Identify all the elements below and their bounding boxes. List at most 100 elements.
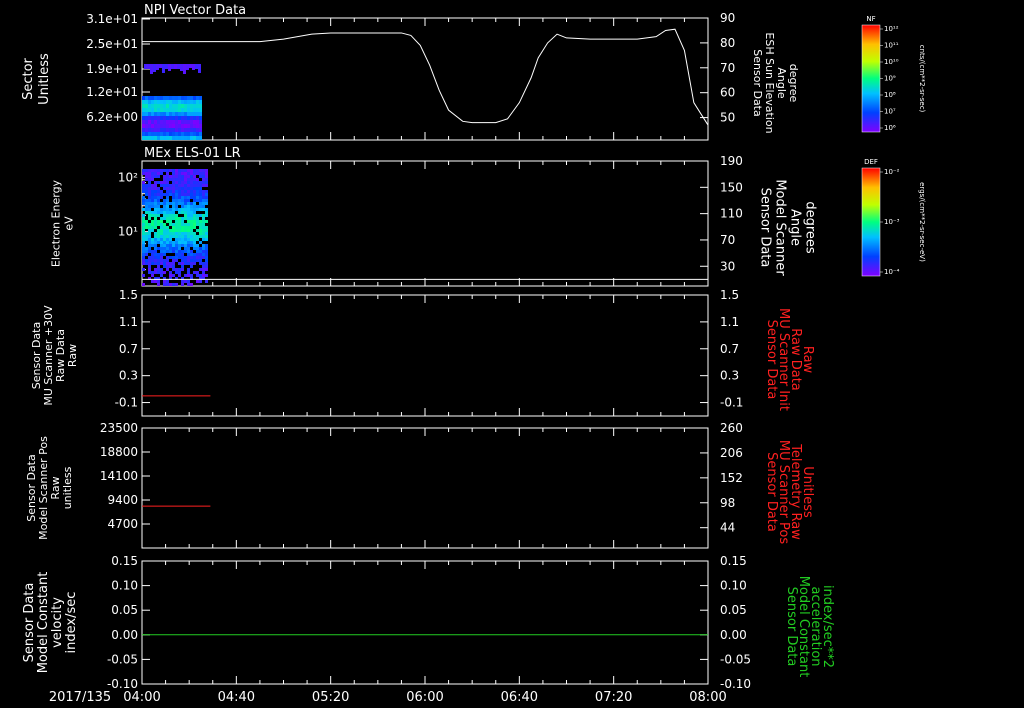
- heatmap-cell: [163, 223, 166, 226]
- heatmap-cell: [181, 124, 184, 128]
- x-tick-label: 04:40: [218, 690, 255, 705]
- heatmap-cell: [187, 229, 190, 232]
- heatmap-cell: [196, 280, 199, 283]
- heatmap-cell: [142, 244, 145, 247]
- heatmap-cell: [153, 64, 156, 72]
- heatmap-cell: [184, 232, 187, 235]
- y-tick-label: 2.5e+01: [86, 37, 138, 51]
- heatmap-cell: [202, 190, 205, 193]
- heatmap-cell: [184, 108, 187, 112]
- colorbar-tick-label: 10¹¹: [884, 42, 899, 50]
- right-y-tick-label: 260: [720, 421, 743, 435]
- heatmap-cell: [193, 232, 196, 235]
- heatmap-cell: [169, 112, 172, 116]
- heatmap-cell: [151, 172, 154, 175]
- heatmap-cell: [154, 175, 157, 178]
- heatmap-cell: [151, 241, 154, 244]
- heatmap-cell: [148, 187, 151, 190]
- heatmap-cell: [148, 169, 151, 172]
- heatmap-cell: [181, 226, 184, 229]
- heatmap-cell: [199, 116, 202, 120]
- heatmap-cell: [151, 100, 154, 104]
- y-tick-label: 1.2e+01: [86, 85, 138, 99]
- right-y-tick-label: 1.1: [720, 315, 739, 329]
- heatmap-cell: [145, 178, 148, 181]
- heatmap-cell: [154, 190, 157, 193]
- heatmap-cell: [142, 253, 145, 256]
- heatmap-cell: [166, 262, 169, 265]
- heatmap-cell: [175, 235, 178, 238]
- heatmap-cell: [178, 193, 181, 196]
- heatmap-cell: [202, 262, 205, 265]
- heatmap-cell: [193, 96, 196, 100]
- heatmap-cell: [151, 169, 154, 172]
- right-y-tick-label: 80: [720, 36, 735, 50]
- heatmap-cell: [169, 229, 172, 232]
- heatmap-cell: [184, 235, 187, 238]
- right-axis-label-line: Angle: [775, 67, 788, 99]
- heatmap-cell: [147, 64, 150, 69]
- heatmap-cell: [157, 280, 160, 283]
- heatmap-cell: [190, 202, 193, 205]
- heatmap-cell: [187, 208, 190, 211]
- heatmap-cell: [202, 256, 205, 259]
- heatmap-cell: [181, 259, 184, 262]
- heatmap-cell: [172, 187, 175, 190]
- heatmap-cell: [163, 104, 166, 108]
- heatmap-cell: [183, 64, 186, 74]
- heatmap-cell: [202, 229, 205, 232]
- right-axis-label-line: Unitless: [800, 466, 815, 518]
- heatmap-cell: [196, 172, 199, 175]
- heatmap-cell: [184, 226, 187, 229]
- heatmap-cell: [154, 259, 157, 262]
- heatmap-cell: [166, 217, 169, 220]
- heatmap-cell: [145, 226, 148, 229]
- heatmap-cell: [154, 136, 157, 140]
- heatmap-cell: [193, 124, 196, 128]
- heatmap-cell: [151, 256, 154, 259]
- heatmap-cell: [151, 136, 154, 140]
- heatmap-cell: [148, 128, 151, 132]
- heatmap-cell: [150, 64, 153, 74]
- heatmap-cell: [148, 244, 151, 247]
- heatmap-cell: [148, 108, 151, 112]
- heatmap-cell: [193, 190, 196, 193]
- heatmap-cell: [202, 196, 205, 199]
- heatmap-cell: [154, 187, 157, 190]
- heatmap-cell: [172, 229, 175, 232]
- heatmap-cell: [172, 268, 175, 271]
- heatmap-cell: [157, 271, 160, 274]
- heatmap-cell: [166, 104, 169, 108]
- heatmap-cell: [190, 124, 193, 128]
- heatmap-cell: [193, 169, 196, 172]
- axis-label-line: Sector: [21, 57, 36, 99]
- heatmap-cell: [175, 175, 178, 178]
- heatmap-cell: [148, 238, 151, 241]
- heatmap-cell: [172, 193, 175, 196]
- heatmap-cell: [175, 253, 178, 256]
- heatmap-cell: [199, 196, 202, 199]
- heatmap-cell: [181, 172, 184, 175]
- heatmap-cell: [169, 250, 172, 253]
- heatmap-cell: [154, 116, 157, 120]
- heatmap-cell: [196, 256, 199, 259]
- heatmap-cell: [202, 214, 205, 217]
- heatmap-cell: [142, 184, 145, 187]
- heatmap-cell: [142, 229, 145, 232]
- heatmap-cell: [148, 178, 151, 181]
- heatmap-cell: [160, 235, 163, 238]
- heatmap-cell: [145, 104, 148, 108]
- heatmap-cell: [142, 235, 145, 238]
- heatmap-cell: [172, 104, 175, 108]
- heatmap-cell: [157, 172, 160, 175]
- heatmap-cell: [166, 280, 169, 283]
- right-y-tick-label: -0.05: [720, 652, 751, 666]
- heatmap-cell: [160, 124, 163, 128]
- heatmap-cell: [157, 220, 160, 223]
- heatmap-cell: [202, 238, 205, 241]
- heatmap-cell: [171, 64, 174, 69]
- panel-3-axes: 1.51.10.70.3-0.1Sensor Data MU Scanner +3…: [30, 288, 815, 417]
- heatmap-cell: [172, 262, 175, 265]
- right-axis-label-line: Raw: [800, 346, 815, 374]
- heatmap-cell: [205, 190, 208, 193]
